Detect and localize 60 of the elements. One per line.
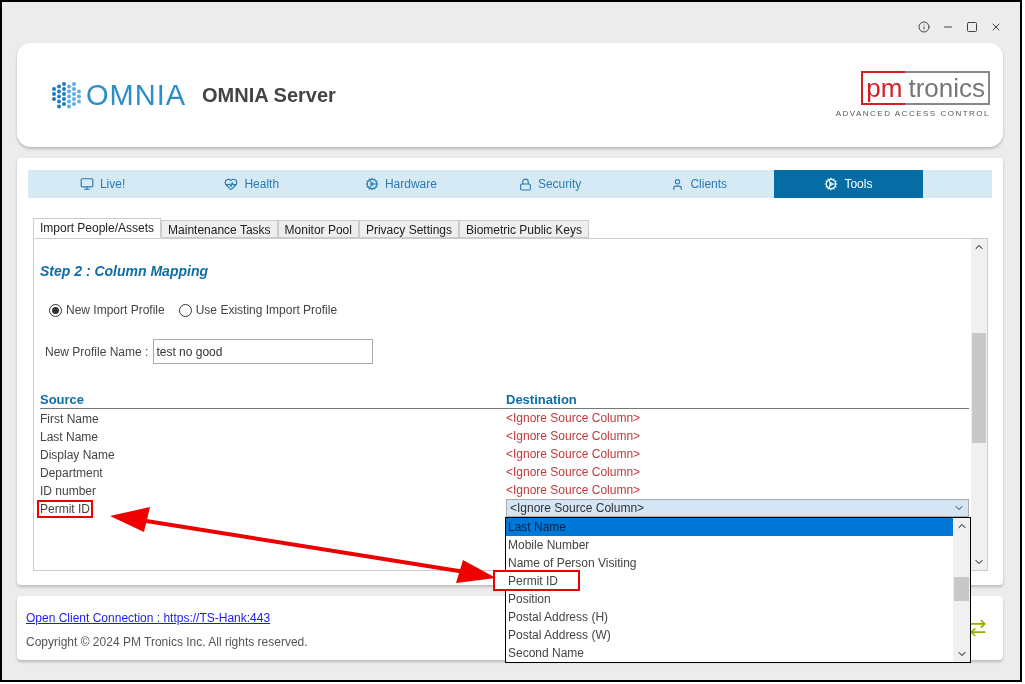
destination-cell-text: <Ignore Source Column> xyxy=(506,464,641,481)
scroll-thumb[interactable] xyxy=(954,577,969,601)
dropdown-option[interactable]: Name of Person Visiting xyxy=(506,554,639,572)
copyright-text: Copyright © 2024 PM Tronics Inc. All rights reserved. xyxy=(26,634,308,651)
step-title: Step 2 : Column Mapping xyxy=(40,262,209,281)
info-icon[interactable] xyxy=(918,20,930,33)
radio-label: Use Existing Import Profile xyxy=(195,302,338,319)
client-connection-link[interactable]: Open Client Connection : https://TS-Hank:443 xyxy=(26,609,308,627)
dot-cluster-icon xyxy=(50,80,84,110)
nav-tab[interactable]: Hardware xyxy=(326,170,476,198)
source-cell: Department xyxy=(40,466,103,480)
sub-tab[interactable]: Maintenance Tasks xyxy=(161,220,278,238)
sub-tab[interactable]: Biometric Public Keys xyxy=(459,220,590,238)
nav-tab[interactable]: Clients xyxy=(624,170,774,198)
destination-select[interactable]: <Ignore Source Column> xyxy=(506,499,969,517)
sub-tab[interactable]: Privacy Settings xyxy=(358,220,459,238)
dropdown-option[interactable]: Mobile Number xyxy=(506,536,592,554)
dropdown-option[interactable]: Permit ID xyxy=(493,570,580,591)
source-cell: First Name xyxy=(40,412,99,426)
swap-arrows-icon[interactable] xyxy=(968,618,988,638)
destination-cell-text: <Ignore Source Column> xyxy=(506,446,641,463)
source-cell: Display Name xyxy=(40,448,115,462)
sub-tab[interactable]: Import People/Assets xyxy=(33,218,162,238)
source-cell: Permit ID xyxy=(39,502,91,516)
heart-pulse-icon xyxy=(224,177,239,191)
brand-logo-text: tronics xyxy=(905,70,990,105)
column-header: Destination xyxy=(506,392,577,408)
brand-tagline: ADVANCED ACCESS CONTROL xyxy=(835,107,990,120)
sub-tab[interactable]: Monitor Pool xyxy=(277,220,359,238)
nav-tab[interactable]: Security xyxy=(475,170,625,198)
profile-name-field[interactable]: test no good xyxy=(153,339,374,364)
scroll-thumb[interactable] xyxy=(972,333,986,443)
maximize-icon[interactable] xyxy=(966,20,978,33)
brand-logo-text: pm xyxy=(861,70,906,105)
dropdown-option[interactable]: Position xyxy=(506,590,553,608)
logo-text: OMNIA xyxy=(86,80,187,110)
destination-cell-text: <Ignore Source Column> xyxy=(506,410,641,427)
user-icon xyxy=(671,177,685,191)
radio-label: New Import Profile xyxy=(66,302,165,319)
dropdown-option[interactable]: Second Name xyxy=(506,644,587,662)
destination-cell-text: <Ignore Source Column> xyxy=(506,482,641,499)
dropdown-option[interactable]: Postal Address (W) xyxy=(506,626,613,644)
source-cell: ID number xyxy=(40,484,97,498)
nav-tab[interactable]: Health xyxy=(177,170,327,198)
field-label: New Profile Name : xyxy=(45,343,149,361)
monitor-icon xyxy=(79,177,94,191)
scrollbar[interactable] xyxy=(953,518,970,662)
lock-icon xyxy=(518,177,532,191)
destination-cell-text: <Ignore Source Column> xyxy=(506,428,641,445)
radio-button[interactable] xyxy=(178,303,192,317)
nav-tab[interactable]: Tools xyxy=(773,170,924,198)
column-header: Source xyxy=(40,392,86,408)
nav-tab[interactable]: Live! xyxy=(28,170,178,198)
radio-button[interactable] xyxy=(49,303,62,317)
gears-icon xyxy=(364,177,379,191)
gears-icon xyxy=(824,177,839,191)
scrollbar[interactable] xyxy=(971,239,987,570)
source-cell: Last Name xyxy=(40,430,99,444)
app-title: OMNIA Server xyxy=(202,83,336,108)
dropdown-option[interactable]: Postal Address (H) xyxy=(506,608,611,626)
